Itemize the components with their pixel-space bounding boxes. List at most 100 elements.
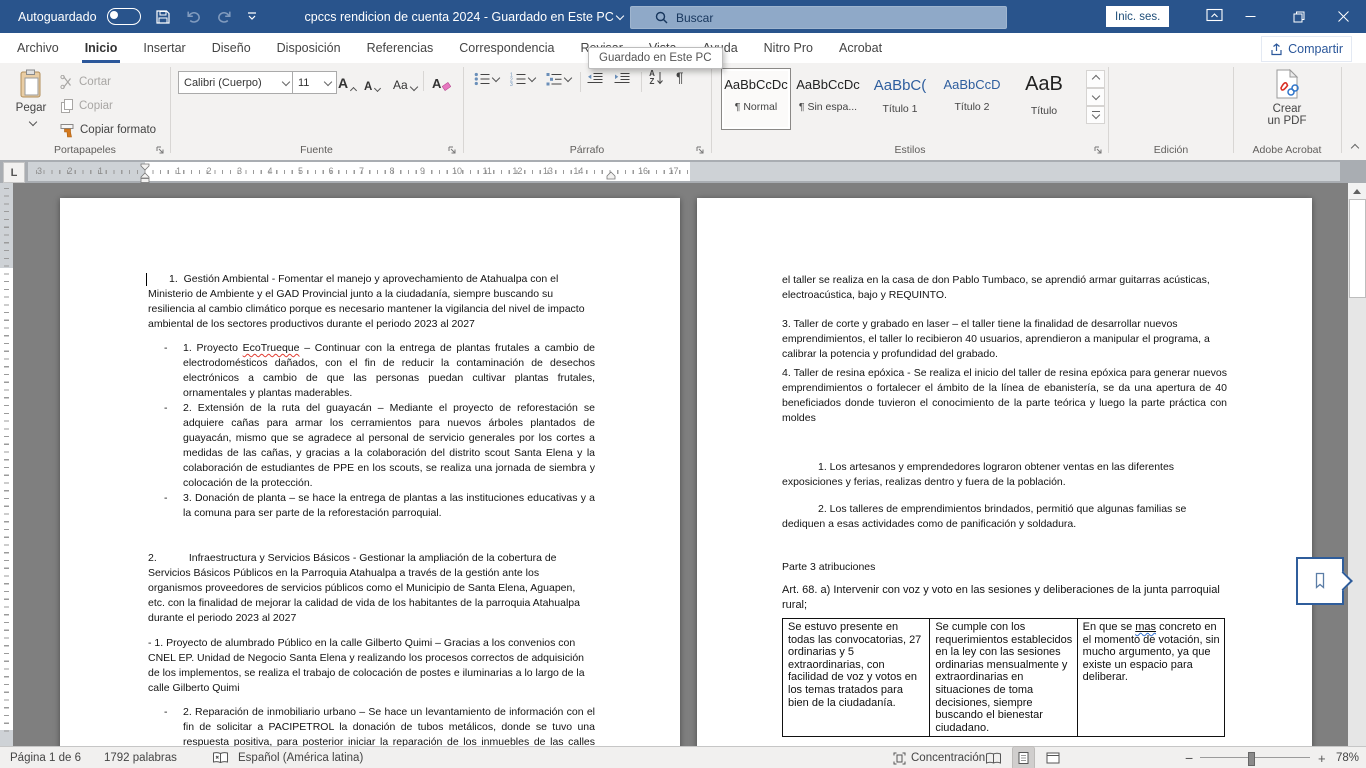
clipboard-dialog-launcher[interactable] xyxy=(156,146,165,155)
bookmark-popup[interactable] xyxy=(1296,557,1344,605)
numbering-button[interactable]: 123 xyxy=(510,72,535,86)
tab-disposicion[interactable]: Disposición xyxy=(264,33,354,63)
title-bar: Autoguardado cpccs rendicion de cuenta 2… xyxy=(0,0,1366,33)
horizontal-ruler[interactable]: 3 2 1 1 2 3 4 5 6 7 8 9 10 11 12 13 14 1… xyxy=(28,162,1340,181)
sort-button[interactable]: A Z xyxy=(648,70,664,86)
focus-mode-button[interactable]: Concentración xyxy=(893,747,985,768)
share-button[interactable]: Compartir xyxy=(1261,36,1352,62)
clear-formatting-button[interactable]: A xyxy=(432,69,451,91)
scroll-up-arrow[interactable] xyxy=(1348,183,1366,199)
paragraph-art68: Art. 68. a) Intervenir con voz y voto en… xyxy=(782,583,1227,613)
proofing-errors-icon[interactable] xyxy=(212,747,229,768)
tab-insertar[interactable]: Insertar xyxy=(130,33,198,63)
zoom-percentage[interactable]: 78% xyxy=(1336,747,1359,768)
sort-z-glyph: Z xyxy=(650,77,655,86)
font-dialog-launcher[interactable] xyxy=(448,146,457,155)
decrease-indent-button[interactable] xyxy=(587,72,603,86)
styles-gallery-expand[interactable] xyxy=(1086,106,1105,124)
text-cursor xyxy=(146,273,147,286)
tab-diseno[interactable]: Diseño xyxy=(199,33,264,63)
zoom-out-button[interactable]: − xyxy=(1185,747,1193,768)
misspelled-word: EcoTrueque xyxy=(243,342,300,354)
search-box[interactable]: Buscar xyxy=(630,6,1007,29)
title-dropdown-icon xyxy=(616,11,624,19)
indent-markers[interactable] xyxy=(140,163,150,185)
ribbon-display-options-icon[interactable] xyxy=(1206,8,1223,22)
page-1-content: 1. Gestión Ambiental - Fomentar el manej… xyxy=(148,272,595,765)
clear-formatting-glyph: A xyxy=(432,76,441,91)
copy-button[interactable]: Copiar xyxy=(60,95,113,117)
redo-icon[interactable] xyxy=(216,9,233,24)
paste-icon xyxy=(19,69,44,99)
tab-referencias[interactable]: Referencias xyxy=(354,33,447,63)
styles-scroll-down[interactable] xyxy=(1086,88,1105,106)
read-mode-button[interactable] xyxy=(985,747,1002,768)
style-heading1[interactable]: AaBbC( Título 1 xyxy=(866,69,934,129)
customize-quick-access-icon[interactable] xyxy=(247,12,257,21)
style-heading2[interactable]: AaBbCcD Título 2 xyxy=(938,69,1006,129)
tab-acrobat[interactable]: Acrobat xyxy=(826,33,895,63)
vertical-ruler[interactable] xyxy=(0,183,13,746)
increase-indent-button[interactable] xyxy=(614,72,630,86)
style-title[interactable]: AaB Título xyxy=(1010,69,1078,129)
scrollbar-thumb[interactable] xyxy=(1349,199,1366,298)
collapse-ribbon-button[interactable] xyxy=(1349,136,1358,154)
autosave-toggle[interactable] xyxy=(107,8,141,25)
paragraph-dialog-launcher[interactable] xyxy=(696,146,705,155)
paste-label: Pegar xyxy=(8,102,54,114)
styles-scroll-up[interactable] xyxy=(1086,70,1105,88)
close-button[interactable] xyxy=(1321,0,1366,33)
styles-dialog-launcher[interactable] xyxy=(1094,146,1103,155)
grammar-flagged-word: mas xyxy=(1135,621,1156,633)
web-layout-button[interactable] xyxy=(1046,747,1060,768)
paragraph-artesanos: 1. Los artesanos y emprendedores lograro… xyxy=(782,460,1227,490)
print-layout-button[interactable] xyxy=(1013,747,1034,768)
editing-group: Buscar bc Reemplazar Seleccionar Edición xyxy=(1109,63,1233,159)
right-indent-marker[interactable] xyxy=(606,171,616,180)
style-preview: AaB xyxy=(1010,73,1078,96)
tab-inicio[interactable]: Inicio xyxy=(72,33,131,63)
word-count[interactable]: 1792 palabras xyxy=(104,747,177,768)
vertical-scrollbar[interactable] xyxy=(1348,183,1366,746)
tab-selector[interactable]: L xyxy=(3,162,25,183)
shrink-font-button[interactable]: A xyxy=(364,71,380,93)
create-pdf-button[interactable]: Crear un PDF xyxy=(1234,69,1340,127)
grow-font-button[interactable]: A xyxy=(338,69,356,91)
restore-button[interactable] xyxy=(1276,0,1321,33)
tab-correspondencia[interactable]: Correspondencia xyxy=(446,33,567,63)
show-marks-button[interactable]: ¶ xyxy=(676,69,684,85)
zoom-slider[interactable] xyxy=(1200,747,1310,768)
language-indicator[interactable]: Español (América latina) xyxy=(238,747,363,768)
zoom-slider-thumb[interactable] xyxy=(1248,752,1255,766)
group-separator xyxy=(1341,67,1342,153)
style-normal[interactable]: AaBbCcDc ¶ Normal xyxy=(722,69,790,129)
minimize-button[interactable] xyxy=(1228,0,1273,33)
page-indicator[interactable]: Página 1 de 6 xyxy=(10,747,81,768)
undo-icon[interactable] xyxy=(185,9,202,24)
styles-group-label: Estilos xyxy=(712,144,1108,156)
sign-in-button[interactable]: Inic. ses. xyxy=(1106,6,1169,27)
page-1[interactable]: 1. Gestión Ambiental - Fomentar el manej… xyxy=(60,198,680,768)
style-name: Título 1 xyxy=(866,103,934,115)
document-title[interactable]: cpccs rendicion de cuenta 2024 - Guardad… xyxy=(305,10,623,24)
font-family-combo[interactable]: Calibri (Cuerpo) xyxy=(178,71,295,94)
font-size-combo[interactable]: 11 xyxy=(292,71,337,94)
font-group: Calibri (Cuerpo) 11 A A Aa A N K S a xyxy=(171,63,462,159)
style-no-spacing[interactable]: AaBbCcDc ¶ Sin espa... xyxy=(794,69,862,129)
style-preview: AaBbCcDc xyxy=(722,77,790,92)
multilevel-list-button[interactable] xyxy=(546,72,571,86)
page-2[interactable]: el taller se realiza en la casa de don P… xyxy=(697,198,1312,768)
format-painter-button[interactable]: Copiar formato xyxy=(60,119,156,141)
cut-button[interactable]: Cortar xyxy=(60,71,111,93)
save-icon[interactable] xyxy=(155,9,171,25)
zoom-in-button[interactable]: + xyxy=(1318,747,1326,768)
case-dropdown-icon xyxy=(409,83,417,91)
styles-group: AaBbCcDc ¶ Normal AaBbCcDc ¶ Sin espa...… xyxy=(712,63,1108,159)
search-icon xyxy=(655,11,668,24)
tab-nitro-pro[interactable]: Nitro Pro xyxy=(751,33,826,63)
change-case-button[interactable]: Aa xyxy=(393,70,417,92)
tab-archivo[interactable]: Archivo xyxy=(4,33,72,63)
paste-button[interactable]: Pegar xyxy=(8,69,54,143)
font-group-label: Fuente xyxy=(171,144,462,156)
bullets-button[interactable] xyxy=(474,72,499,86)
